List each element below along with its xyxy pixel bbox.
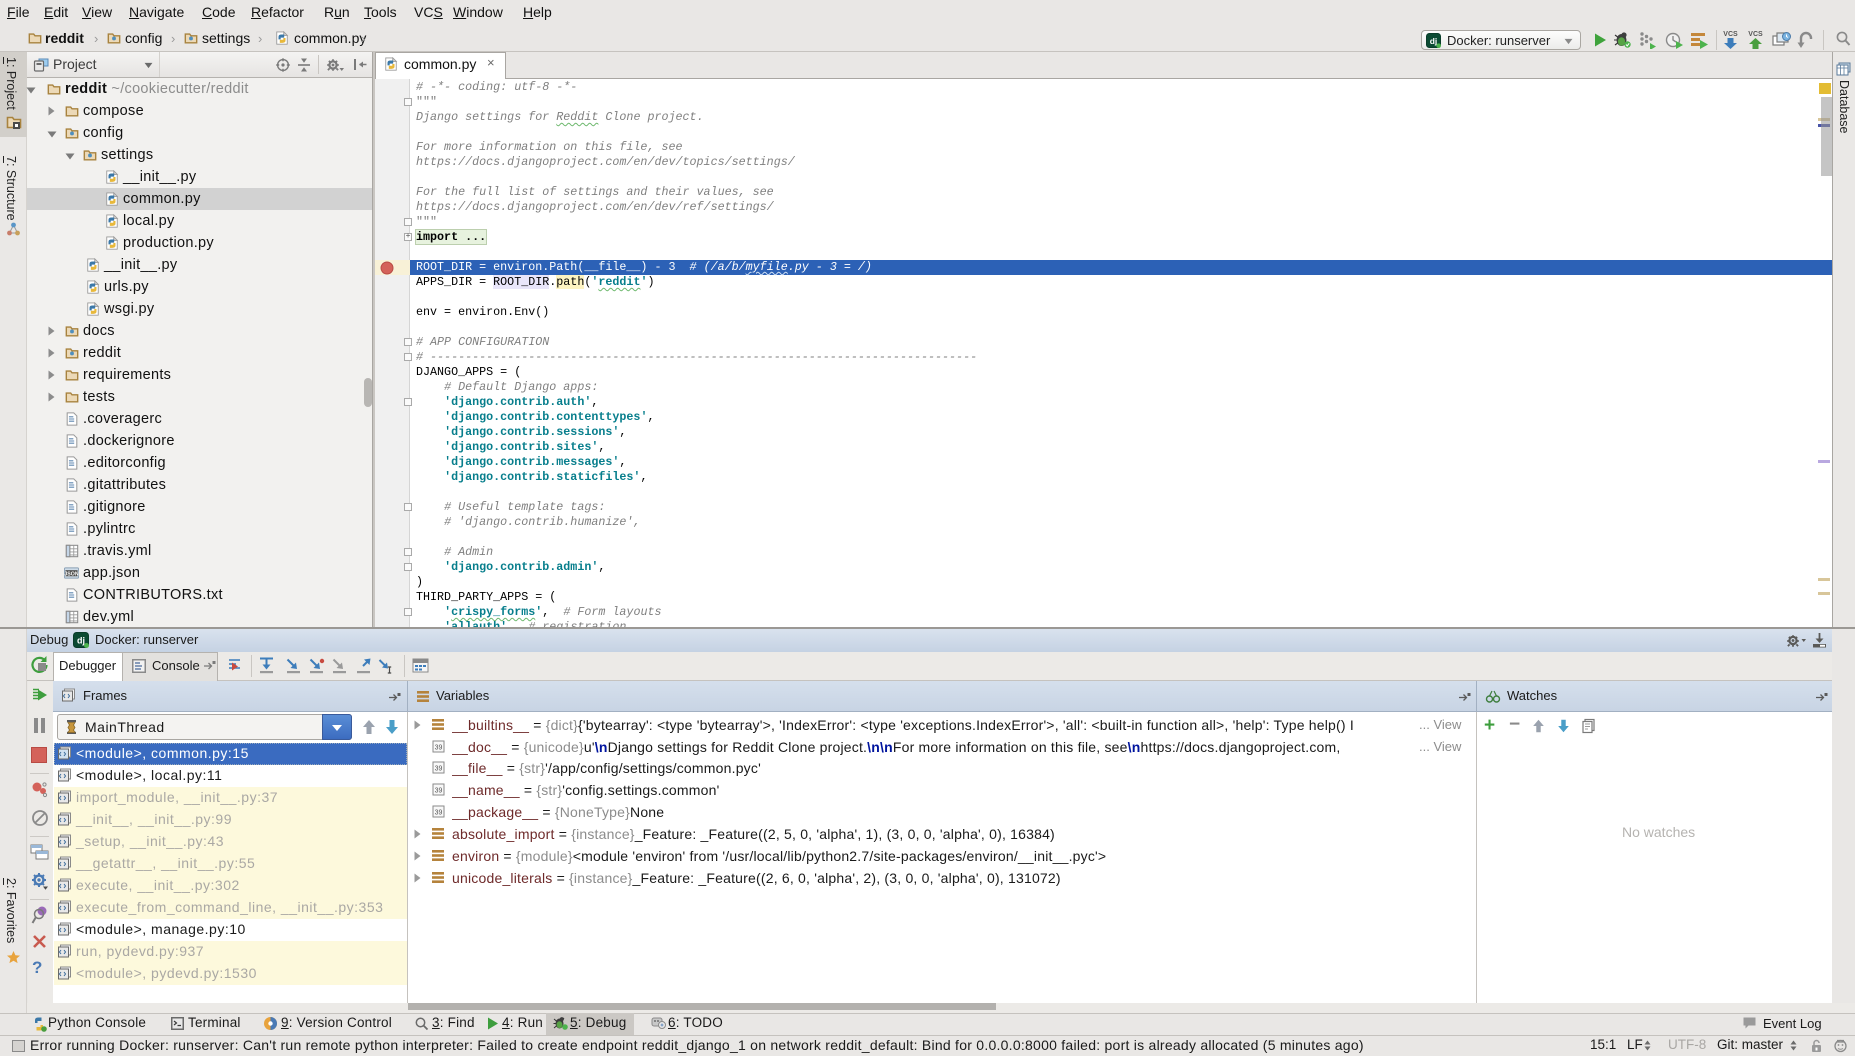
svg-text:39: 39	[435, 745, 443, 752]
svg-text:VCS: VCS	[1723, 31, 1738, 38]
svg-text:39: 39	[435, 788, 443, 795]
svg-text:39: 39	[435, 766, 443, 773]
svg-text:dj: dj	[77, 636, 85, 646]
svg-text:VCS: VCS	[1748, 31, 1763, 38]
svg-text:dj: dj	[1430, 36, 1437, 46]
svg-text:39: 39	[435, 810, 443, 817]
svg-text:JSON: JSON	[64, 571, 78, 577]
